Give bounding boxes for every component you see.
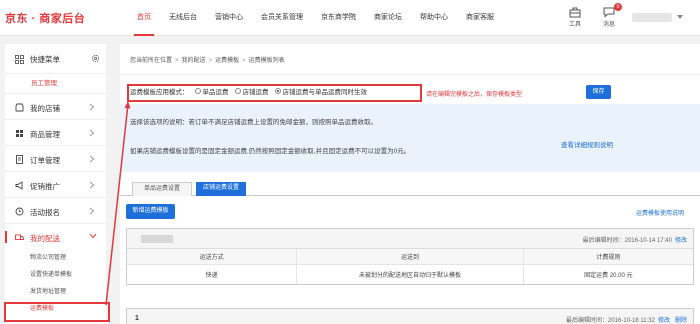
detail-rules-link[interactable]: 查看详细规则说明 (561, 139, 613, 149)
highlight-freight-template (4, 302, 110, 322)
messages-button[interactable]: 0 消息 (596, 3, 622, 28)
column-header: 运送到 (296, 249, 524, 265)
save-button[interactable]: 保存 (586, 85, 611, 99)
tabs: 单品运费设置 店铺运费设置 (120, 172, 700, 196)
nav-home[interactable]: 首页 (128, 0, 160, 36)
sidebar: 快捷菜单 员工管理 我的店铺 商品管理 订单管理 促销推广 活动报名 我的配送 … (5, 44, 106, 324)
last-edit-time: 2016-10-18 11:32 (608, 318, 655, 324)
chevron-right-icon (89, 129, 95, 137)
chevron-down-icon (89, 233, 97, 239)
delivery-icon (15, 234, 24, 240)
user-name-redacted[interactable] (632, 13, 672, 22)
highlight-mode-selector (127, 84, 422, 102)
gear-icon[interactable] (91, 54, 100, 63)
nav-mobile[interactable]: 无线后台 (160, 0, 206, 36)
sidebar-item-activity[interactable]: 活动报名 (5, 198, 106, 224)
sidebar-sub-logistics[interactable]: 物流公司管理 (5, 250, 106, 267)
tab-store-freight[interactable]: 店铺运费设置 (196, 182, 246, 196)
promotion-icon (15, 181, 23, 190)
active-marker (5, 231, 7, 243)
nav-membership[interactable]: 会员关系管理 (252, 0, 312, 36)
tools-label: 工具 (568, 22, 581, 28)
info-line-1: 选择该选项的说明：若订单不满足店铺运费上设置的免邮金额，则按照单品运费收取。 (130, 119, 377, 126)
template-card: 最后编辑时间：2016-10-14 17:40 修改 运送方式 运送到 计费规则 … (126, 228, 694, 285)
template-table: 运送方式 运送到 计费规则 快递 未被划分的配送地区自动归于默认模板 固定运费 … (127, 249, 693, 284)
breadcrumb-item[interactable]: 运费模板 (215, 58, 239, 64)
sidebar-item-goods[interactable]: 商品管理 (5, 120, 106, 146)
last-edit-label: 最后编辑时间： (582, 238, 625, 244)
sidebar-item-label: 活动报名 (30, 208, 60, 217)
table-cell: 固定运费 20.00 元 (584, 272, 633, 279)
sidebar-item-label: 商品管理 (30, 130, 60, 139)
nav-marketing[interactable]: 营销中心 (206, 0, 252, 36)
main-nav: 首页 无线后台 营销中心 会员关系管理 京东商学院 商家论坛 帮助中心 商家客服 (128, 0, 503, 36)
store-icon (15, 103, 24, 112)
table-row: 快递 未被划分的配送地区自动归于默认模板 固定运费 20.00 元 (127, 264, 693, 284)
sidebar-item-promotion[interactable]: 促销推广 (5, 172, 106, 198)
sidebar-item-label: 促销推广 (30, 182, 60, 191)
chevron-right-icon (89, 155, 95, 163)
sidebar-sub-waybill-template[interactable]: 设置快递单模板 (5, 267, 106, 284)
quick-menu-header: 快捷菜单 (5, 44, 106, 74)
divider (120, 74, 700, 75)
goods-icon (16, 130, 23, 137)
sidebar-item-label: 我的店铺 (30, 104, 60, 113)
template-header: 1 最后编辑时间：2016-10-18 11:32 修改 删除 (127, 309, 693, 324)
message-badge: 0 (614, 3, 622, 11)
toolbox-icon (569, 7, 581, 18)
template-header: 最后编辑时间：2016-10-14 17:40 修改 (127, 229, 693, 249)
table-cell: 快递 (127, 264, 298, 284)
nav-academy[interactable]: 京东商学院 (312, 0, 365, 36)
top-tools: 工具 0 消息 (562, 3, 630, 28)
tab-single-freight[interactable]: 单品运费设置 (132, 182, 192, 196)
sidebar-item-orders[interactable]: 订单管理 (5, 146, 106, 172)
template-help-link[interactable]: 运费模板使用说明 (636, 208, 684, 217)
site-logo[interactable]: 京东 · 商家后台 (5, 10, 85, 26)
activity-icon (15, 207, 24, 216)
column-header: 运送方式 (127, 249, 298, 265)
chevron-right-icon (89, 103, 95, 111)
sidebar-item-label: 订单管理 (30, 156, 60, 165)
top-bar: 京东 · 商家后台 首页 无线后台 营销中心 会员关系管理 京东商学院 商家论坛… (0, 0, 700, 36)
last-edit-time: 2016-10-14 17:40 (624, 238, 672, 244)
chevron-right-icon (89, 181, 95, 189)
template-meta: 最后编辑时间：2016-10-18 11:32 修改 删除 (566, 315, 687, 324)
template-name: 1 (135, 315, 139, 322)
delete-template-link[interactable]: 删除 (675, 318, 687, 324)
tools-button[interactable]: 工具 (562, 6, 588, 28)
nav-forum[interactable]: 商家论坛 (365, 0, 411, 36)
order-icon (16, 155, 23, 164)
table-cell: 未被划分的配送地区自动归于默认模板 (296, 264, 524, 284)
sidebar-sub-ship-address[interactable]: 发货地址管理 (5, 284, 106, 301)
quick-link-staff[interactable]: 员工管理 (5, 74, 106, 94)
sidebar-item-label: 我的配送 (30, 234, 60, 243)
add-template-button[interactable]: 新增运费模板 (126, 204, 175, 219)
breadcrumb: 您当前所在位置 > 我的配送 > 运费模板 > 运费模板列表 (130, 58, 285, 64)
info-panel (120, 104, 700, 172)
user-dropdown-icon[interactable] (677, 15, 683, 19)
nav-service[interactable]: 商家客服 (457, 0, 503, 36)
chevron-right-icon (89, 207, 95, 215)
template-meta: 最后编辑时间：2016-10-14 17:40 修改 (583, 235, 687, 244)
info-line-2: 如果店铺运费模板设置的是固定金额运费,仍然按照固定金额收取,并且固定运费不可以设… (130, 148, 411, 155)
breadcrumb-item: 运费模板列表 (248, 58, 285, 64)
breadcrumb-item: 您当前所在位置 (130, 58, 173, 64)
quick-menu-title: 快捷菜单 (30, 55, 60, 64)
sidebar-item-store[interactable]: 我的店铺 (5, 94, 106, 120)
edit-template-link[interactable]: 修改 (675, 238, 687, 244)
nav-help[interactable]: 帮助中心 (411, 0, 457, 36)
template-card: 1 最后编辑时间：2016-10-18 11:32 修改 删除 (126, 308, 694, 324)
last-edit-label: 最后编辑时间： (566, 318, 609, 324)
edit-template-link[interactable]: 修改 (658, 318, 670, 324)
grid-icon (15, 55, 24, 64)
column-header: 计费规则 (523, 249, 693, 265)
mode-hint: 请在编辑完模板之后，保存模板类型 (426, 92, 523, 98)
breadcrumb-item[interactable]: 我的配送 (182, 58, 206, 64)
sidebar-item-delivery[interactable]: 我的配送 (5, 224, 106, 250)
template-name-redacted (141, 235, 173, 243)
messages-label: 消息 (602, 22, 615, 28)
